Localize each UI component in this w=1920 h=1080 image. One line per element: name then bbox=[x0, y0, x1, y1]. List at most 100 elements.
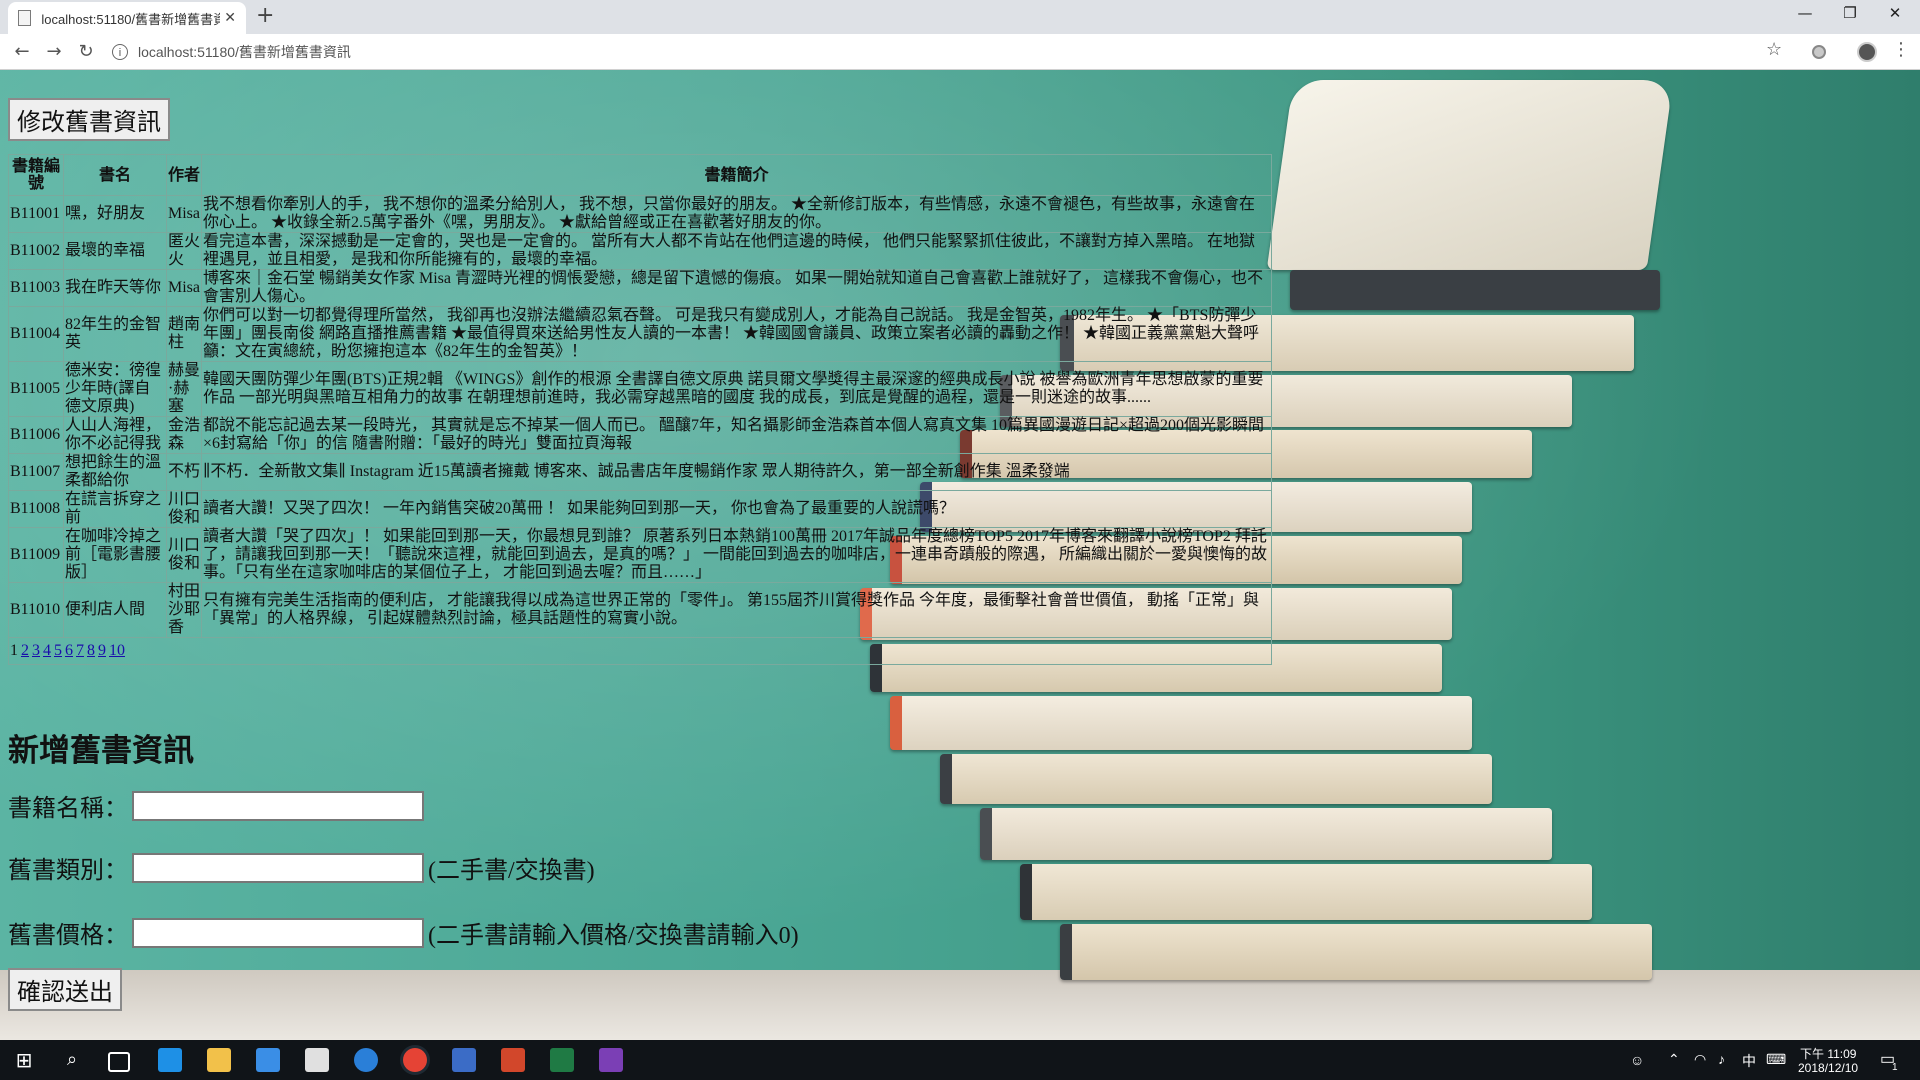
cell-description: 讀者大讚！又哭了四次！ 一年內銷售突破20萬冊 ！ 如果能夠回到那一天， 你也會… bbox=[201, 490, 1272, 528]
header-book-name: 書名 bbox=[63, 154, 167, 196]
forward-arrow-icon[interactable]: → bbox=[40, 39, 68, 65]
tab-close-icon[interactable]: ✕ bbox=[224, 10, 236, 26]
cell-book-name: 想把餘生的溫柔都給你 bbox=[63, 453, 167, 491]
reload-icon[interactable]: ↻ bbox=[72, 39, 100, 65]
volume-icon[interactable]: ♪ bbox=[1718, 1051, 1725, 1067]
pagination: 1 2 3 4 5 6 7 8 9 10 bbox=[8, 637, 1272, 665]
powerpoint-icon[interactable] bbox=[501, 1048, 525, 1072]
form-row-type: 舊書類別： (二手書/交換書) bbox=[8, 850, 595, 885]
book-name-label: 書籍名稱： bbox=[8, 796, 128, 822]
cell-book-name: 人山人海裡，你不必記得我 bbox=[63, 416, 167, 454]
excel-icon[interactable] bbox=[550, 1048, 574, 1072]
cell-author: Misa bbox=[166, 195, 202, 233]
taskbar-date[interactable]: 2018/12/10 bbox=[1798, 1061, 1858, 1075]
book-price-label: 舊書價格： bbox=[8, 923, 128, 949]
cell-book-id: B11006 bbox=[8, 416, 64, 454]
profile-avatar-icon[interactable] bbox=[1857, 42, 1877, 62]
new-tab-button[interactable]: + bbox=[256, 3, 274, 28]
cell-description: 只有擁有完美生活指南的便利店， 才能讓我得以成為這世界正常的「零件」。 第155… bbox=[201, 582, 1272, 638]
cell-author: 村田沙耶香 bbox=[166, 582, 202, 638]
table-row: B11001 嘿，好朋友 Misa 我不想看你牽別人的手， 我不想你的溫柔分給別… bbox=[8, 195, 1272, 233]
cell-book-id: B11008 bbox=[8, 490, 64, 528]
tab-title: localhost:51180/舊書新增舊書資 bbox=[41, 11, 221, 27]
task-view-icon[interactable] bbox=[108, 1052, 130, 1072]
cell-description: 都說不能忘記過去某一段時光， 其實就是忘不掉某一個人而已。 醞釀7年，知名攝影師… bbox=[201, 416, 1272, 454]
pager-link[interactable]: 5 bbox=[54, 642, 62, 659]
visual-studio-icon[interactable] bbox=[599, 1048, 623, 1072]
table-row: B11002 最壞的幸福 匿火火 看完這本書，深深撼動是一定會的，哭也是一定會的… bbox=[8, 232, 1272, 270]
close-window-button[interactable]: ✕ bbox=[1875, 4, 1915, 22]
pager-link[interactable]: 4 bbox=[43, 642, 51, 659]
cell-description: 讀者大讚「哭了四次」！ 如果能回到那一天，你最想見到誰？ 原著系列日本熱銷100… bbox=[201, 527, 1272, 583]
back-arrow-icon[interactable]: ← bbox=[8, 39, 36, 65]
edit-book-info-button[interactable]: 修改舊書資訊 bbox=[8, 98, 170, 141]
submit-button[interactable]: 確認送出 bbox=[8, 968, 122, 1011]
pager-link[interactable]: 10 bbox=[109, 642, 125, 659]
extension-icon[interactable] bbox=[1812, 45, 1826, 59]
people-icon[interactable]: ☺ bbox=[1630, 1052, 1644, 1068]
cell-description: ∥不朽．全新散文集∥ Instagram 近15萬讀者擁戴 博客來、誠品書店年度… bbox=[201, 453, 1272, 491]
table-header-row: 書籍編號 書名 作者 書籍簡介 bbox=[8, 154, 1272, 196]
header-description: 書籍簡介 bbox=[201, 154, 1272, 196]
table-row: B11010 便利店人間 村田沙耶香 只有擁有完美生活指南的便利店， 才能讓我得… bbox=[8, 582, 1272, 638]
cell-description: 看完這本書，深深撼動是一定會的，哭也是一定會的。 當所有大人都不肯站在他們這邊的… bbox=[201, 232, 1272, 270]
keyboard-icon[interactable]: ⌨ bbox=[1766, 1051, 1786, 1068]
header-book-id: 書籍編號 bbox=[8, 154, 64, 196]
store-icon[interactable] bbox=[256, 1048, 280, 1072]
cell-author: Misa bbox=[166, 269, 202, 307]
cell-author: 趙南柱 bbox=[166, 306, 202, 362]
cell-book-id: B11004 bbox=[8, 306, 64, 362]
start-windows-icon[interactable]: ⊞ bbox=[12, 1048, 36, 1072]
cell-author: 川口俊和 bbox=[166, 527, 202, 583]
form-row-name: 書籍名稱： bbox=[8, 788, 428, 823]
search-icon[interactable]: ⌕ bbox=[60, 1048, 84, 1072]
book-price-input[interactable] bbox=[132, 917, 424, 948]
bookmark-star-icon[interactable]: ☆ bbox=[1766, 39, 1782, 60]
cell-book-name: 德米安：徬徨少年時(譯自德文原典) bbox=[63, 361, 167, 417]
internet-explorer-icon[interactable] bbox=[354, 1048, 378, 1072]
cell-book-name: 便利店人間 bbox=[63, 582, 167, 638]
form-title: 新增舊書資訊 bbox=[8, 733, 194, 768]
cell-book-name: 我在昨天等你 bbox=[63, 269, 167, 307]
address-bar[interactable]: i localhost:51180/舊書新增舊書資訊 bbox=[112, 39, 1772, 65]
cell-author: 金浩森 bbox=[166, 416, 202, 454]
cell-author: 匿火火 bbox=[166, 232, 202, 270]
edge-browser-icon[interactable] bbox=[158, 1048, 182, 1072]
address-url[interactable]: localhost:51180/舊書新增舊書資訊 bbox=[138, 42, 351, 62]
books-table: 書籍編號 書名 作者 書籍簡介 B11001 嘿，好朋友 Misa 我不想看你牽… bbox=[8, 154, 1272, 665]
pager-row: 1 2 3 4 5 6 7 8 9 10 bbox=[8, 637, 1272, 665]
cell-book-name: 82年生的金智英 bbox=[63, 306, 167, 362]
cell-author: 赫曼·赫塞 bbox=[166, 361, 202, 417]
cell-book-name: 在謊言拆穿之前 bbox=[63, 490, 167, 528]
word-icon[interactable] bbox=[452, 1048, 476, 1072]
cell-book-id: B11003 bbox=[8, 269, 64, 307]
mail-icon[interactable] bbox=[305, 1048, 329, 1072]
pager-link[interactable]: 2 bbox=[21, 642, 29, 659]
pager-link[interactable]: 9 bbox=[98, 642, 106, 659]
pager-link[interactable]: 3 bbox=[32, 642, 40, 659]
table-row: B11007 想把餘生的溫柔都給你 不朽 ∥不朽．全新散文集∥ Instagra… bbox=[8, 453, 1272, 491]
browser-tab-active[interactable]: localhost:51180/舊書新增舊書資 ✕ bbox=[8, 2, 246, 34]
file-explorer-icon[interactable] bbox=[207, 1048, 231, 1072]
restore-button[interactable]: ❐ bbox=[1830, 4, 1870, 22]
book-name-input[interactable] bbox=[132, 790, 424, 821]
pager-link[interactable]: 8 bbox=[87, 642, 95, 659]
table-row: B11006 人山人海裡，你不必記得我 金浩森 都說不能忘記過去某一段時光， 其… bbox=[8, 416, 1272, 454]
table-row: B11005 德米安：徬徨少年時(譯自德文原典) 赫曼·赫塞 韓國天團防彈少年團… bbox=[8, 361, 1272, 417]
minimize-button[interactable]: — bbox=[1785, 4, 1825, 22]
book-type-hint: (二手書/交換書) bbox=[428, 858, 595, 884]
site-info-icon[interactable]: i bbox=[112, 44, 128, 60]
browser-menu-icon[interactable]: ⋮ bbox=[1892, 39, 1910, 60]
cell-book-name: 最壞的幸福 bbox=[63, 232, 167, 270]
book-type-input[interactable] bbox=[132, 852, 424, 883]
pager-link[interactable]: 7 bbox=[76, 642, 84, 659]
chrome-icon[interactable] bbox=[403, 1048, 427, 1072]
notification-count: 1 bbox=[1892, 1062, 1898, 1073]
taskbar-time[interactable]: 下午 11:09 bbox=[1800, 1045, 1856, 1062]
ime-indicator[interactable]: 中 bbox=[1742, 1051, 1756, 1071]
pager-link[interactable]: 6 bbox=[65, 642, 73, 659]
network-icon[interactable]: ◠ bbox=[1694, 1051, 1706, 1068]
cell-description: 韓國天團防彈少年團(BTS)正規2輯 《WINGS》創作的根源 全書譯自德文原典… bbox=[201, 361, 1272, 417]
table-row: B11009 在咖啡冷掉之前［電影書腰版］ 川口俊和 讀者大讚「哭了四次」！ 如… bbox=[8, 527, 1272, 583]
tray-chevron-icon[interactable]: ⌃ bbox=[1668, 1051, 1680, 1068]
